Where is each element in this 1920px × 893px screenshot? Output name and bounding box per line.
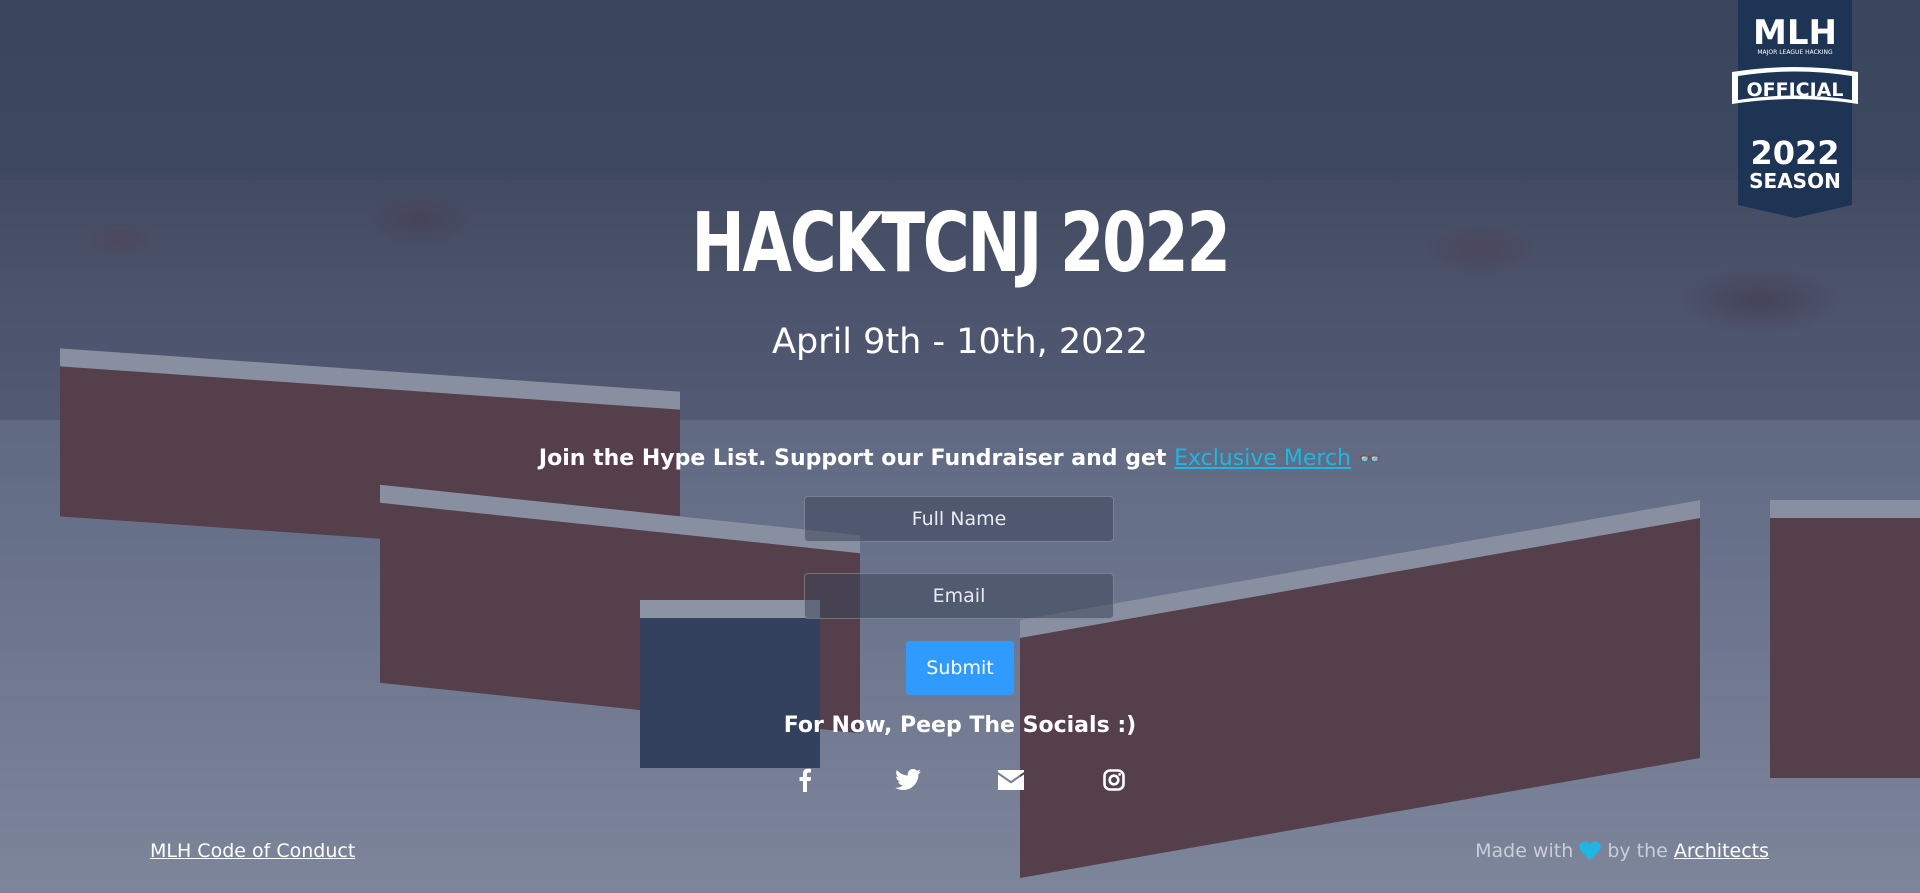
- envelope-icon[interactable]: [997, 766, 1025, 794]
- architects-link[interactable]: Architects: [1674, 840, 1769, 862]
- full-name-input[interactable]: [804, 496, 1114, 542]
- hype-text: Join the Hype List. Support our Fundrais…: [0, 446, 1920, 471]
- badge-year: 2022: [1750, 134, 1839, 172]
- badge-season: SEASON: [1749, 169, 1841, 193]
- page-title: HACKTCNJ 2022: [691, 196, 1231, 291]
- socials-heading: For Now, Peep The Socials :): [783, 713, 1137, 738]
- badge-official: OFFICIAL: [1746, 79, 1843, 101]
- badge-mlh: MLH: [1753, 13, 1837, 53]
- mlh-code-of-conduct-link[interactable]: MLH Code of Conduct: [150, 840, 355, 862]
- email-input[interactable]: [804, 573, 1114, 619]
- glasses-icon: 👓: [1358, 449, 1382, 470]
- made-with-text: Made with: [1475, 840, 1574, 862]
- event-date: April 9th - 10th, 2022: [772, 322, 1148, 362]
- submit-button[interactable]: Submit: [906, 641, 1014, 695]
- exclusive-merch-link[interactable]: Exclusive Merch: [1174, 446, 1351, 471]
- heart-icon: [1579, 840, 1601, 865]
- by-the-text: by the: [1607, 840, 1668, 862]
- badge-subtitle: MAJOR LEAGUE HACKING: [1757, 49, 1833, 56]
- facebook-icon[interactable]: [791, 766, 819, 794]
- twitter-icon[interactable]: [894, 766, 922, 794]
- mlh-official-badge[interactable]: MLH MAJOR LEAGUE HACKING OFFICIAL 2022 S…: [1732, 0, 1858, 218]
- hype-message: Join the Hype List. Support our Fundrais…: [538, 446, 1175, 471]
- instagram-icon[interactable]: [1100, 766, 1128, 794]
- made-with-credit: Made with by the Architects: [1475, 840, 1769, 865]
